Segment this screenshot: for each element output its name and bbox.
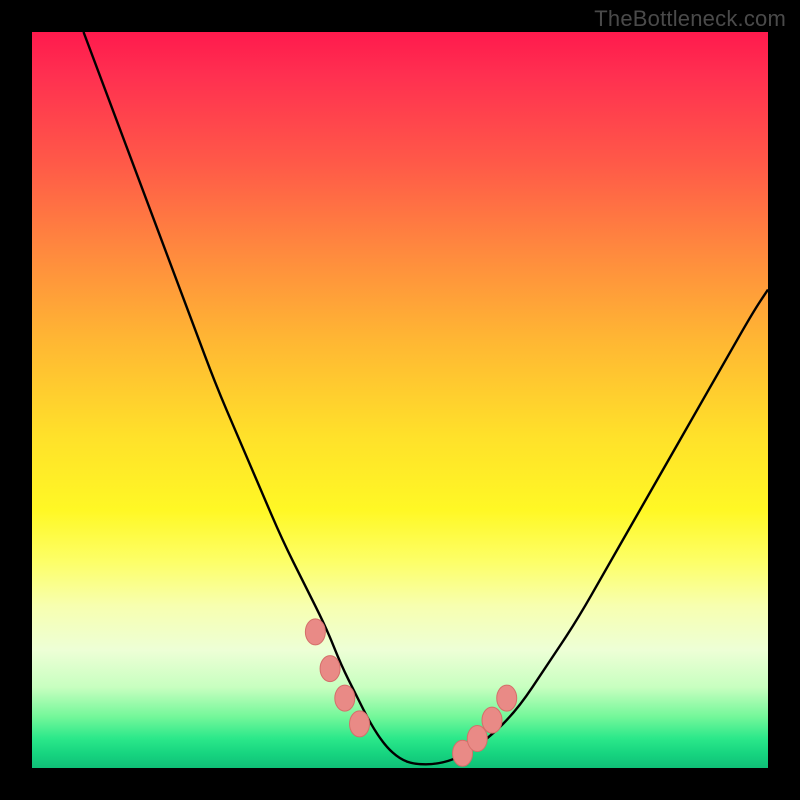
curve-marker [467,726,487,752]
curve-marker [497,685,517,711]
watermark-text: TheBottleneck.com [594,6,786,32]
curve-marker [482,707,502,733]
curve-marker [350,711,370,737]
chart-frame: TheBottleneck.com [0,0,800,800]
curve-marker [320,656,340,682]
curve-layer [32,32,768,768]
bottleneck-curve [84,32,768,764]
curve-marker [335,685,355,711]
plot-area [32,32,768,768]
curve-marker [305,619,325,645]
curve-markers [305,619,516,766]
